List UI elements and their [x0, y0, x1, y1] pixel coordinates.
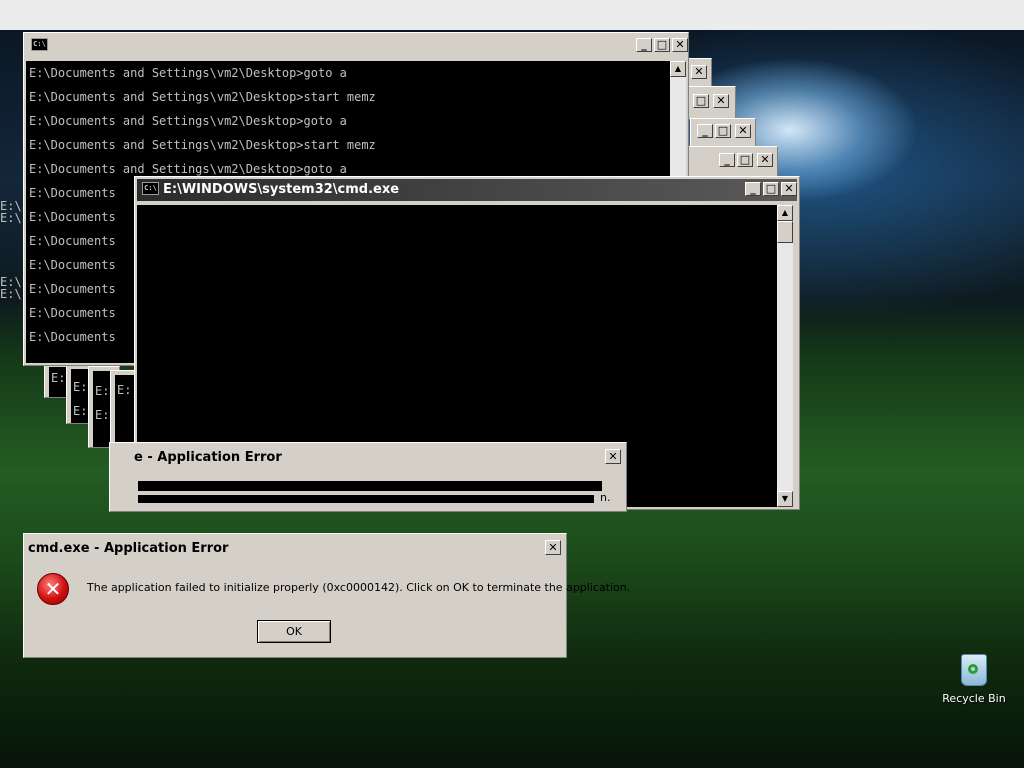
maximize-button[interactable]: □: [654, 38, 670, 52]
maximize-button[interactable]: □: [737, 153, 753, 167]
error-message: The application failed to initialize pro…: [87, 581, 631, 594]
cmd-icon: C:\: [142, 182, 159, 195]
render-glitch-bar: [138, 481, 602, 491]
ok-button[interactable]: OK: [257, 620, 331, 643]
recycle-bin-icon: [961, 654, 987, 686]
close-button[interactable]: ✕: [781, 182, 797, 196]
partial-error-dialog[interactable]: e - Application Error ✕ n.: [109, 442, 627, 512]
cascade-window[interactable]: _ □ ✕: [688, 146, 778, 180]
scroll-thumb[interactable]: [777, 221, 793, 243]
console-line: E:\Documents and Settings\vm2\Desktop>go…: [29, 66, 347, 80]
error-dialog-titlebar[interactable]: cmd.exe - Application Error ✕: [26, 536, 564, 560]
scroll-up-arrow-icon[interactable]: ▲: [777, 205, 793, 221]
close-button[interactable]: ✕: [605, 449, 621, 464]
close-button[interactable]: ✕: [735, 124, 751, 138]
close-button[interactable]: ✕: [545, 540, 561, 555]
minimize-button[interactable]: _: [636, 38, 652, 52]
error-dialog-title: cmd.exe - Application Error: [28, 541, 229, 556]
recycle-bin-label: Recycle Bin: [942, 692, 1006, 705]
error-dialog[interactable]: cmd.exe - Application Error ✕ ✕ The appl…: [23, 533, 630, 658]
console-line: E:\Documents and Settings\vm2\Desktop>st…: [29, 90, 376, 104]
cmd-scrollbar[interactable]: ▲ ▼: [777, 205, 793, 507]
minimize-button[interactable]: _: [719, 153, 735, 167]
cascade-window[interactable]: □ ✕: [688, 86, 736, 120]
window-title: E:\WINDOWS\system32\cmd.exe: [163, 182, 400, 197]
console-fragment: E:\ E:\: [0, 276, 22, 301]
recycle-bin[interactable]: Recycle Bin: [940, 654, 1008, 705]
minimize-button[interactable]: _: [697, 124, 713, 138]
maximize-button[interactable]: □: [763, 182, 779, 196]
close-button[interactable]: ✕: [691, 65, 707, 79]
partial-error-titlebar[interactable]: e - Application Error ✕: [112, 445, 624, 469]
maximize-button[interactable]: □: [693, 94, 709, 108]
close-button[interactable]: ✕: [672, 38, 688, 52]
background-cmd-titlebar[interactable]: C:\ _ □ ✕: [26, 35, 688, 57]
console-line: E:\Documents and Settings\vm2\Desktop>go…: [29, 114, 347, 128]
cmd-titlebar[interactable]: C:\ E:\WINDOWS\system32\cmd.exe _ □ ✕: [137, 179, 797, 201]
console-fragment: E:\ E:\: [0, 200, 22, 225]
scroll-down-arrow-icon[interactable]: ▼: [777, 491, 793, 507]
partial-error-title: e - Application Error: [134, 450, 282, 465]
minimize-button[interactable]: _: [745, 182, 761, 196]
close-button[interactable]: ✕: [713, 94, 729, 108]
error-icon: ✕: [37, 573, 69, 605]
console-line: E:\Documents and Settings\vm2\Desktop>st…: [29, 138, 376, 152]
partial-error-text: n.: [600, 491, 611, 504]
scroll-up-arrow-icon[interactable]: ▲: [670, 61, 686, 77]
close-button[interactable]: ✕: [757, 153, 773, 167]
maximize-button[interactable]: □: [715, 124, 731, 138]
cmd-icon: C:\: [31, 38, 48, 51]
render-glitch-bar: [138, 495, 594, 503]
top-strip: [0, 0, 1024, 30]
